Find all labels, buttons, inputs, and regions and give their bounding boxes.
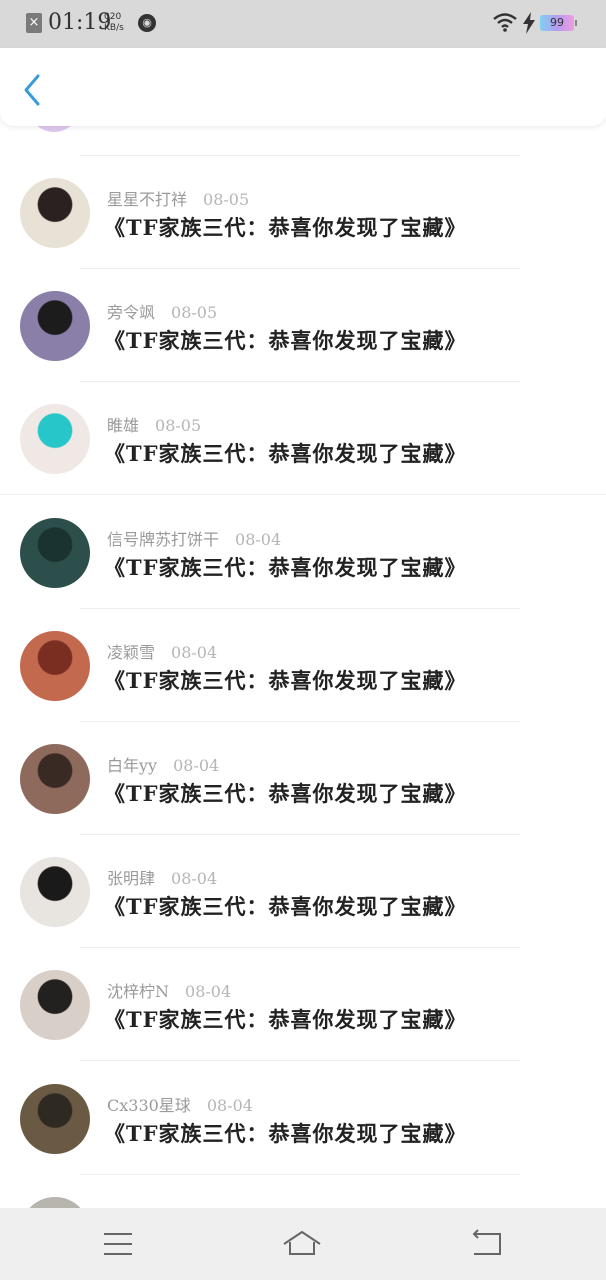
divider (80, 947, 520, 948)
author-line: 信号牌苏打饼干 08-04 (107, 526, 281, 550)
list-item[interactable]: 睢雄 08-05 《TF家族三代：恭喜你发现了宝藏》 (0, 404, 606, 517)
author-name[interactable]: 张明肆 (107, 869, 155, 888)
author-name[interactable]: 凌颖雪 (107, 643, 155, 662)
author-line: 沈梓柠N 08-04 (107, 978, 231, 1002)
author-line: Cx330星球 08-04 (107, 1092, 253, 1116)
author-name[interactable]: 星星不打祥 (107, 190, 187, 209)
post-date: 08-05 (171, 303, 218, 322)
post-title[interactable]: 《TF家族三代：恭喜你发现了宝藏》 (104, 1004, 467, 1034)
divider (80, 721, 520, 722)
author-name[interactable]: 信号牌苏打饼干 (107, 530, 219, 549)
divider (0, 494, 606, 495)
author-line: 凌颖雪 08-04 (107, 639, 217, 663)
post-date: 08-04 (171, 643, 218, 662)
post-date: 08-05 (203, 190, 250, 209)
globe-icon: ◉ (138, 14, 156, 32)
chevron-left-icon (24, 74, 40, 106)
avatar[interactable] (20, 857, 90, 927)
back-button[interactable] (18, 72, 48, 108)
system-nav-bar (0, 1208, 606, 1280)
list-item[interactable]: 白年yy 08-04 《TF家族三代：恭喜你发现了宝藏》 (0, 744, 606, 857)
post-date: 08-04 (206, 1096, 253, 1115)
post-date: 08-05 (155, 416, 202, 435)
avatar[interactable] (20, 744, 90, 814)
avatar[interactable] (20, 291, 90, 361)
divider (80, 381, 520, 382)
author-name[interactable]: 旁令飒 (107, 303, 155, 322)
avatar[interactable] (20, 631, 90, 701)
wifi-icon (493, 13, 517, 32)
battery-indicator: 99 (540, 15, 577, 31)
author-name[interactable]: 白年yy (107, 756, 157, 775)
post-title[interactable]: 《TF家族三代：恭喜你发现了宝藏》 (104, 552, 467, 582)
author-name[interactable]: 睢雄 (107, 416, 139, 435)
avatar[interactable] (20, 178, 90, 248)
author-name[interactable]: Cx330星球 (107, 1096, 191, 1115)
list-item[interactable]: Cx330星球 08-04 《TF家族三代：恭喜你发现了宝藏》 (0, 1084, 606, 1197)
divider (80, 608, 520, 609)
post-date: 08-04 (173, 756, 220, 775)
post-title[interactable]: 《TF家族三代：恭喜你发现了宝藏》 (104, 1118, 467, 1148)
post-title[interactable]: 《TF家族三代：恭喜你发现了宝藏》 (104, 438, 467, 468)
list-item[interactable]: 张明肆 08-04 《TF家族三代：恭喜你发现了宝藏》 (0, 857, 606, 970)
list-item[interactable]: 凌颖雪 08-04 《TF家族三代：恭喜你发现了宝藏》 (0, 631, 606, 744)
avatar[interactable] (20, 518, 90, 588)
network-speed: 020 KB/s (104, 12, 124, 34)
list-item[interactable]: 信号牌苏打饼干 08-04 《TF家族三代：恭喜你发现了宝藏》 (0, 518, 606, 631)
divider (80, 268, 520, 269)
divider (80, 155, 520, 156)
return-button[interactable] (466, 1226, 506, 1262)
avatar[interactable] (20, 970, 90, 1040)
post-title[interactable]: 《TF家族三代：恭喜你发现了宝藏》 (104, 212, 467, 242)
author-name[interactable]: 沈梓柠N (107, 982, 169, 1001)
menu-icon (104, 1233, 132, 1255)
home-icon (283, 1230, 321, 1255)
network-speed-unit: KB/s (104, 23, 124, 33)
status-bar: × 01:19 020 KB/s ◉ 99 (0, 0, 606, 48)
list-item[interactable]: 旁令飒 08-05 《TF家族三代：恭喜你发现了宝藏》 (0, 291, 606, 404)
notification-close-icon: × (26, 13, 42, 33)
post-date: 08-04 (185, 982, 232, 1001)
post-title[interactable]: 《TF家族三代：恭喜你发现了宝藏》 (104, 325, 467, 355)
avatar[interactable] (20, 1197, 90, 1208)
list-item[interactable]: 沈梓柠N 08-04 《TF家族三代：恭喜你发现了宝藏》 (0, 970, 606, 1083)
post-date: 08-04 (171, 869, 218, 888)
divider (80, 834, 520, 835)
return-icon (472, 1229, 501, 1255)
top-header (0, 48, 606, 126)
author-line: 睢雄 08-05 (107, 412, 201, 436)
post-title[interactable]: 《TF家族三代：恭喜你发现了宝藏》 (104, 778, 467, 808)
menu-button[interactable] (98, 1226, 138, 1262)
divider (80, 1060, 520, 1061)
post-date: 08-04 (235, 530, 282, 549)
avatar[interactable] (20, 1084, 90, 1154)
author-line: 旁令飒 08-05 (107, 299, 217, 323)
post-title[interactable]: 《TF家族三代：恭喜你发现了宝藏》 (104, 665, 467, 695)
home-button[interactable] (282, 1226, 322, 1262)
author-line: 张明肆 08-04 (107, 865, 217, 889)
author-line: 白年yy 08-04 (107, 752, 219, 776)
charging-icon (523, 12, 535, 34)
avatar[interactable] (20, 404, 90, 474)
post-title[interactable]: 《TF家族三代：恭喜你发现了宝藏》 (104, 891, 467, 921)
status-time: 01:19 (48, 10, 112, 35)
divider (80, 1174, 520, 1175)
comment-list[interactable]: 星星不打祥 08-05 《TF家族三代：恭喜你发现了宝藏》 旁令飒 08-05 《TF家族… (0, 0, 606, 1208)
list-item[interactable]: 星星不打祥 08-05 《TF家族三代：恭喜你发现了宝藏》 (0, 178, 606, 291)
network-speed-value: 020 (104, 12, 122, 22)
author-line: 星星不打祥 08-05 (107, 186, 249, 210)
